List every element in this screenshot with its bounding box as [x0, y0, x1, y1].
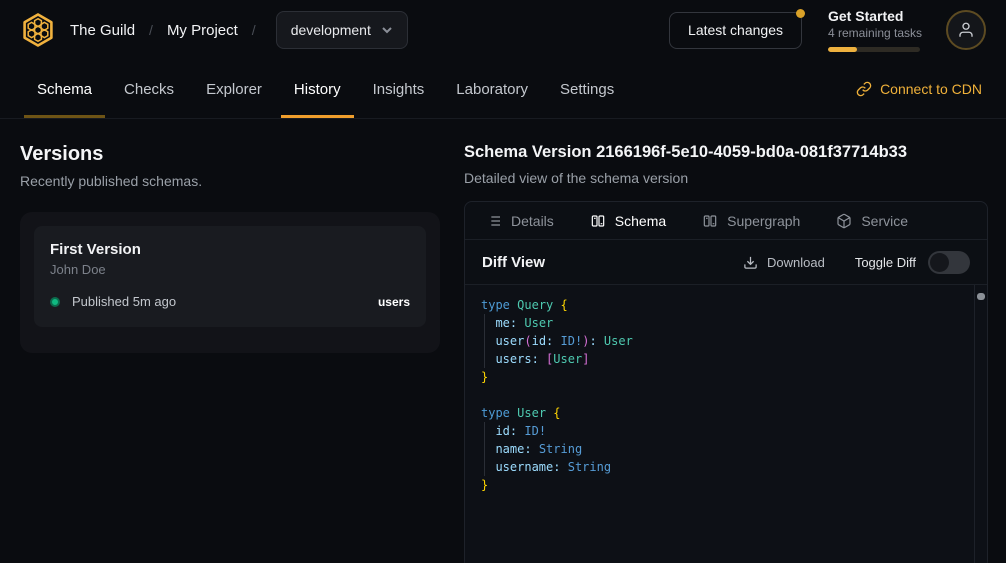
- connect-to-cdn-link[interactable]: Connect to CDN: [856, 60, 982, 118]
- sdl-viewer: type Query { me: User user(id: ID!): Use…: [465, 285, 987, 563]
- nav-tabs: Schema Checks Explorer History Insights …: [24, 60, 627, 118]
- panels-icon: [702, 213, 718, 229]
- tab-insights[interactable]: Insights: [360, 60, 438, 118]
- breadcrumb-separator: /: [252, 22, 256, 38]
- project-link[interactable]: My Project: [167, 22, 238, 39]
- breadcrumb-separator: /: [149, 22, 153, 38]
- download-button[interactable]: Download: [743, 255, 825, 270]
- detail-tab-service[interactable]: Service: [836, 213, 908, 229]
- connect-to-cdn-label: Connect to CDN: [880, 81, 982, 97]
- diff-view-title: Diff View: [482, 254, 545, 271]
- main-content: Versions Recently published schemas. Fir…: [0, 119, 1006, 563]
- detail-tab-label: Details: [511, 213, 554, 229]
- version-meta-row: Published 5m ago users: [50, 294, 410, 309]
- version-author: John Doe: [50, 262, 410, 277]
- scrollbar-thumb[interactable]: [977, 293, 985, 300]
- link-icon: [856, 81, 872, 97]
- detail-tab-label: Schema: [615, 213, 666, 229]
- progress-bar: [828, 47, 920, 52]
- versions-title: Versions: [20, 143, 440, 166]
- hive-logo-icon[interactable]: [20, 12, 56, 48]
- environment-dropdown[interactable]: development: [276, 11, 408, 49]
- switch-knob: [930, 253, 949, 272]
- service-badge: users: [378, 295, 410, 309]
- get-started-title: Get Started: [828, 8, 920, 24]
- download-icon: [743, 255, 758, 270]
- chevron-down-icon: [381, 24, 393, 36]
- version-detail-subtitle: Detailed view of the schema version: [464, 170, 988, 186]
- download-label: Download: [767, 255, 825, 270]
- versions-list: First Version John Doe Published 5m ago …: [20, 212, 440, 353]
- detail-tabs: Details Schema Supergr: [465, 202, 987, 240]
- detail-tab-supergraph[interactable]: Supergraph: [702, 213, 800, 229]
- version-detail-panel: Schema Version 2166196f-5e10-4059-bd0a-0…: [464, 119, 1006, 563]
- progress-fill: [828, 47, 857, 52]
- latest-changes-label: Latest changes: [688, 22, 783, 38]
- tab-history[interactable]: History: [281, 60, 354, 118]
- detail-tab-details[interactable]: Details: [486, 213, 554, 229]
- version-name: First Version: [50, 241, 410, 258]
- diff-toolbar: Diff View Download Toggle Diff: [465, 240, 987, 285]
- detail-tab-label: Supergraph: [727, 213, 800, 229]
- indent-guide: [484, 314, 485, 368]
- tab-checks[interactable]: Checks: [111, 60, 187, 118]
- get-started-widget[interactable]: Get Started 4 remaining tasks: [828, 8, 920, 52]
- latest-changes-button[interactable]: Latest changes: [669, 12, 802, 49]
- breadcrumb: The Guild / My Project / development: [20, 11, 408, 49]
- toggle-diff-group: Toggle Diff: [855, 251, 970, 274]
- user-avatar[interactable]: [946, 10, 986, 50]
- environment-value: development: [291, 22, 371, 38]
- published-status-dot: [50, 297, 60, 307]
- toggle-diff-label: Toggle Diff: [855, 255, 916, 270]
- version-detail-title: Schema Version 2166196f-5e10-4059-bd0a-0…: [464, 143, 988, 162]
- panels-icon: [590, 213, 606, 229]
- version-list-item[interactable]: First Version John Doe Published 5m ago …: [34, 226, 426, 327]
- detail-tab-label: Service: [861, 213, 908, 229]
- schema-panel: Details Schema Supergr: [464, 201, 988, 563]
- indent-guide: [484, 422, 485, 476]
- notification-dot: [796, 9, 805, 18]
- tab-explorer[interactable]: Explorer: [193, 60, 275, 118]
- versions-panel: Versions Recently published schemas. Fir…: [0, 119, 464, 563]
- project-nav: Schema Checks Explorer History Insights …: [0, 60, 1006, 119]
- cube-icon: [836, 213, 852, 229]
- versions-subtitle: Recently published schemas.: [20, 173, 440, 189]
- list-icon: [486, 213, 502, 229]
- top-bar: The Guild / My Project / development Lat…: [0, 0, 1006, 60]
- tab-schema[interactable]: Schema: [24, 60, 105, 118]
- tab-laboratory[interactable]: Laboratory: [443, 60, 541, 118]
- toggle-diff-switch[interactable]: [928, 251, 970, 274]
- code-scrollbar: [974, 285, 987, 563]
- get-started-subtitle: 4 remaining tasks: [828, 26, 920, 40]
- org-link[interactable]: The Guild: [70, 22, 135, 39]
- diff-controls: Download Toggle Diff: [743, 251, 970, 274]
- version-status: Published 5m ago: [72, 294, 176, 309]
- top-right-controls: Latest changes Get Started 4 remaining t…: [669, 8, 986, 52]
- detail-tab-schema[interactable]: Schema: [590, 213, 666, 229]
- tab-settings[interactable]: Settings: [547, 60, 627, 118]
- code-block: type Query { me: User user(id: ID!): Use…: [465, 285, 987, 505]
- user-icon: [957, 21, 975, 39]
